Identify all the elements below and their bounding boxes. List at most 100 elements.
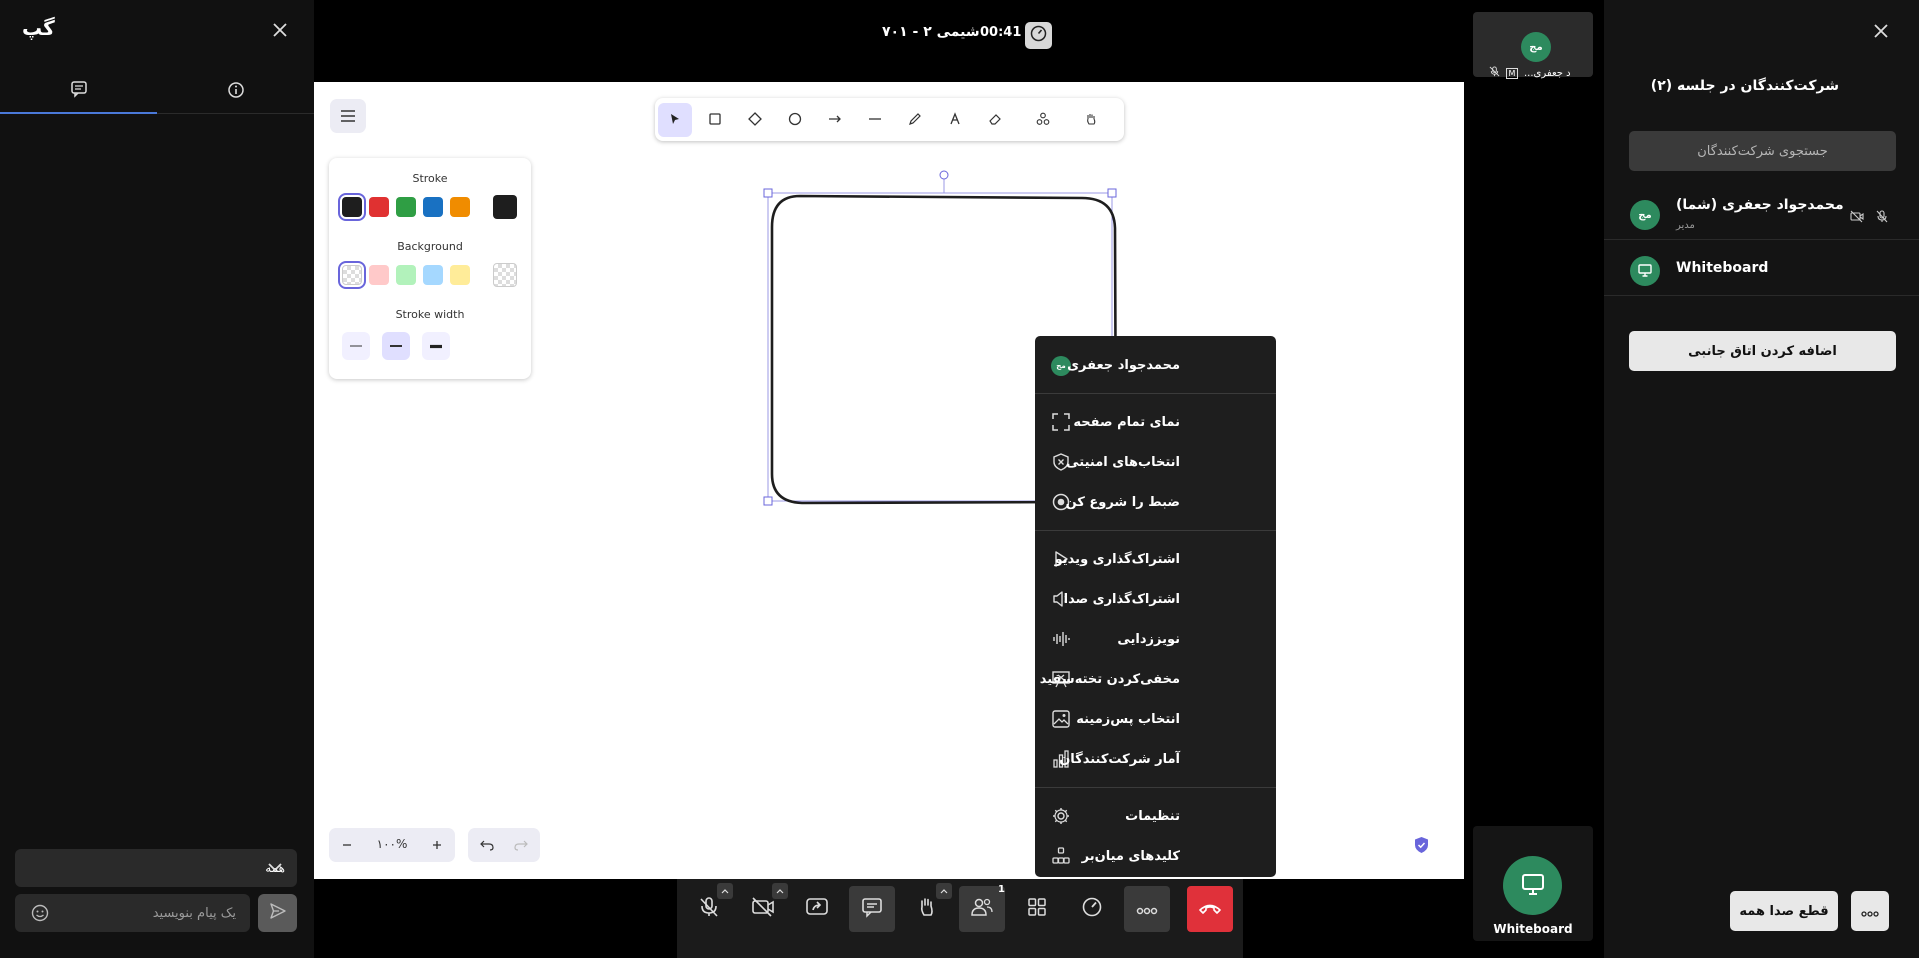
menu-item-share-video[interactable]: اشتراک‌گذاری ویدیو	[1035, 541, 1276, 577]
background-swatch[interactable]	[338, 261, 366, 289]
send-button[interactable]	[258, 894, 297, 932]
background-swatch[interactable]	[423, 265, 443, 285]
chat-button[interactable]	[849, 886, 895, 932]
menu-item-settings[interactable]: تنظیمات	[1035, 798, 1276, 834]
speedometer-icon	[1081, 896, 1103, 922]
stroke-swatch[interactable]	[423, 197, 443, 217]
participant-row[interactable]: مج محمدجواد جعفری (شما) مدیر	[1604, 188, 1919, 240]
line-tool[interactable]	[858, 103, 892, 137]
properties-panel: Stroke Background Stroke width	[329, 158, 531, 379]
tab-info[interactable]	[157, 70, 314, 114]
emoji-icon[interactable]	[31, 904, 49, 926]
stroke-swatch[interactable]	[450, 197, 470, 217]
stroke-width-bold[interactable]	[382, 332, 410, 360]
zoom-level[interactable]: ۱۰۰%	[367, 837, 417, 851]
menu-item-share-audio[interactable]: اشتراک‌گذاری صدا	[1035, 581, 1276, 617]
arrow-tool[interactable]	[818, 103, 852, 137]
stroke-color-picker[interactable]	[493, 195, 517, 219]
menu-item-label: اشتراک‌گذاری ویدیو	[1054, 551, 1180, 567]
mic-muted-icon[interactable]	[1876, 208, 1888, 227]
background-label: Background	[397, 240, 463, 253]
text-tool[interactable]	[938, 103, 972, 137]
background-swatch[interactable]	[450, 265, 470, 285]
menu-item-statistics[interactable]: آمار شرکت‌کنندگان	[1035, 741, 1276, 777]
redo-button[interactable]	[510, 835, 532, 855]
redo-icon	[514, 836, 528, 855]
rectangle-tool[interactable]	[698, 103, 732, 137]
mute-all-button[interactable]: قطع صدا همه	[1730, 891, 1838, 931]
camera-options-caret[interactable]	[772, 883, 788, 899]
background-swatch[interactable]	[369, 265, 389, 285]
add-breakout-room-button[interactable]: اضافه کردن اتاق جانبی	[1629, 331, 1896, 371]
reactions-caret[interactable]	[936, 883, 952, 899]
menu-item-label: آمار شرکت‌کنندگان	[1059, 751, 1180, 767]
menu-item-label: تنظیمات	[1125, 808, 1180, 824]
participants-search-input[interactable]: جستجوی شرکت‌کنندگان	[1629, 131, 1896, 171]
stroke-swatch[interactable]	[396, 197, 416, 217]
session-timer: 00:41	[980, 25, 1022, 40]
participants-title: شرکت‌کنندگان در جلسه (۲)	[1650, 78, 1839, 94]
shield-check-icon[interactable]	[1413, 836, 1430, 858]
stroke-width-thin[interactable]	[342, 332, 370, 360]
leave-call-button[interactable]	[1187, 886, 1233, 932]
menu-user-item[interactable]: مج محمدجواد جعفری	[1035, 347, 1276, 383]
menu-item-security[interactable]: انتخاب‌های امنیتی	[1035, 444, 1276, 480]
participant-name: محمدجواد جعفری (شما)	[1676, 197, 1844, 213]
close-participants-icon[interactable]	[1872, 22, 1890, 44]
hamburger-icon	[341, 107, 355, 126]
menu-item-record[interactable]: ضبط را شروع کن	[1035, 484, 1276, 520]
speedometer-icon	[1030, 25, 1047, 46]
eraser-tool[interactable]	[978, 103, 1012, 137]
whiteboard-tile[interactable]: Whiteboard	[1473, 826, 1593, 941]
chat-tabs	[0, 70, 314, 114]
stroke-swatch[interactable]	[369, 197, 389, 217]
menu-user-name: محمدجواد جعفری	[1067, 357, 1180, 373]
participants-more-button[interactable]	[1851, 891, 1889, 931]
undo-button[interactable]	[476, 835, 498, 855]
connection-quality-button[interactable]	[1025, 22, 1052, 49]
chat-title: گپ	[22, 16, 55, 40]
participant-video-tile[interactable]: مج M ...د جعفری	[1473, 12, 1593, 79]
mic-muted-icon	[698, 896, 720, 922]
menu-item-hide-whiteboard[interactable]: مخفی‌کردن تخته‌سفید	[1035, 661, 1276, 697]
mic-options-caret[interactable]	[717, 883, 733, 899]
zoom-out-button[interactable]	[337, 835, 357, 855]
whiteboard-tile-avatar	[1503, 856, 1562, 915]
menu-item-label: مخفی‌کردن تخته‌سفید	[1039, 671, 1180, 687]
participant-name: Whiteboard	[1676, 260, 1769, 276]
ellipse-tool[interactable]	[778, 103, 812, 137]
stroke-swatch[interactable]	[338, 193, 366, 221]
background-swatch[interactable]	[396, 265, 416, 285]
shapes-library-tool[interactable]	[1026, 103, 1060, 137]
close-chat-icon[interactable]	[270, 20, 290, 40]
session-title: شیمی ۲ - ۷۰۱	[882, 24, 980, 40]
background-color-picker[interactable]	[493, 263, 517, 287]
chat-recipient-select[interactable]: همه	[15, 849, 297, 887]
participant-row[interactable]: Whiteboard	[1604, 244, 1919, 296]
whiteboard-menu-button[interactable]	[330, 99, 366, 133]
diamond-tool[interactable]	[738, 103, 772, 137]
hand-tool[interactable]	[1074, 103, 1108, 137]
pencil-tool[interactable]	[898, 103, 932, 137]
stroke-width-extra-bold[interactable]	[422, 332, 450, 360]
chevron-down-icon	[267, 859, 283, 878]
menu-item-fullscreen[interactable]: نمای تمام صفحه	[1035, 404, 1276, 440]
pencil-icon	[908, 111, 922, 130]
camera-off-icon[interactable]	[1850, 208, 1864, 227]
chat-message-input[interactable]: یک پیام بنویسید	[15, 894, 250, 932]
more-horizontal-icon	[1136, 900, 1158, 919]
layout-button[interactable]	[1014, 886, 1060, 932]
share-screen-button[interactable]	[794, 886, 840, 932]
more-options-button[interactable]	[1124, 886, 1170, 932]
tab-messages[interactable]	[0, 70, 157, 114]
fullscreen-icon	[1051, 412, 1071, 432]
menu-item-background[interactable]: انتخاب پس‌زمینه	[1035, 701, 1276, 737]
menu-item-label: کلیدهای میان‌بر	[1081, 848, 1180, 864]
diamond-icon	[748, 111, 762, 130]
menu-item-label: نمای تمام صفحه	[1073, 414, 1180, 430]
select-tool[interactable]	[658, 103, 692, 137]
menu-item-shortcuts[interactable]: کلیدهای میان‌بر	[1035, 838, 1276, 874]
performance-button[interactable]	[1069, 886, 1115, 932]
menu-item-noise-suppression[interactable]: نویززدایی	[1035, 621, 1276, 657]
zoom-in-button[interactable]	[427, 835, 447, 855]
